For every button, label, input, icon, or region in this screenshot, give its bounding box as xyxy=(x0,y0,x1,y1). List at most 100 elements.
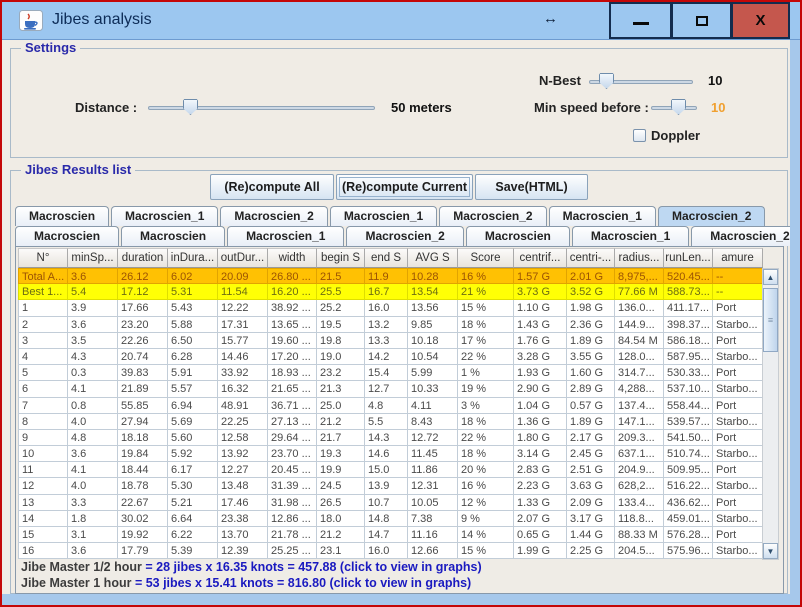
cell: 13.48 xyxy=(218,478,268,494)
cell: 14.46 xyxy=(218,349,268,365)
tab-row-1: MacroscienMacroscien_1Macroscien_2Macros… xyxy=(15,206,767,226)
tab-macroscien-1[interactable]: Macroscien xyxy=(121,226,225,246)
column-header-0[interactable]: N° xyxy=(18,248,68,268)
column-header-11[interactable]: centri-... xyxy=(567,248,615,268)
table-row-1[interactable]: 13.917.665.4312.2238.92 ...25.216.013.56… xyxy=(18,300,763,316)
tab-macroscien_1-5[interactable]: Macroscien_1 xyxy=(572,226,689,246)
scroll-up-button[interactable]: ▲ xyxy=(763,269,778,285)
cell: 5.43 xyxy=(168,300,218,316)
tab-macroscien_2-6[interactable]: Macroscien_2 xyxy=(658,206,765,226)
tab-macroscien_2-6[interactable]: Macroscien_2 xyxy=(691,226,802,246)
tab-macroscien_1-5[interactable]: Macroscien_1 xyxy=(549,206,656,226)
column-header-12[interactable]: radius... xyxy=(615,248,664,268)
cell: 27.94 xyxy=(118,414,168,430)
table-row-3[interactable]: 33.522.266.5015.7719.60 ...19.813.310.18… xyxy=(18,333,763,349)
column-header-14[interactable]: amure xyxy=(713,248,763,268)
tab-macroscien-4[interactable]: Macroscien xyxy=(466,226,570,246)
cell: 22.67 xyxy=(118,495,168,511)
button-save-html-[interactable]: Save(HTML) xyxy=(475,174,588,200)
summary-label: Jibe Master 1 hour xyxy=(21,576,135,590)
cell: 23.1 xyxy=(317,543,365,559)
column-header-3[interactable]: inDura... xyxy=(168,248,218,268)
column-header-4[interactable]: outDur... xyxy=(218,248,268,268)
column-header-9[interactable]: Score xyxy=(458,248,514,268)
doppler-checkbox[interactable] xyxy=(633,129,646,142)
cell: 19.84 xyxy=(118,446,168,462)
cell: 18 % xyxy=(458,446,514,462)
summary-lines: Jibe Master 1/2 hour = 28 jibes x 16.35 … xyxy=(21,560,482,592)
table-row-7[interactable]: 70.855.856.9448.9136.71 ...25.04.84.113 … xyxy=(18,398,763,414)
button--re-compute-all[interactable]: (Re)compute All xyxy=(210,174,334,200)
column-header-13[interactable]: runLen... xyxy=(664,248,713,268)
table-row-16[interactable]: 163.617.795.3912.3925.25 ...23.116.012.6… xyxy=(18,543,763,559)
summary-line-2[interactable]: Jibe Master 1 hour = 53 jibes x 15.41 kn… xyxy=(21,576,482,592)
cell: 19.3 xyxy=(317,446,365,462)
close-button[interactable]: X xyxy=(731,2,790,39)
cell: 1.93 G xyxy=(514,365,567,381)
cell: 14.8 xyxy=(365,511,408,527)
tab-macroscien_2-4[interactable]: Macroscien_2 xyxy=(439,206,546,226)
minimize-button[interactable] xyxy=(609,2,672,39)
column-header-7[interactable]: end S xyxy=(365,248,408,268)
column-header-2[interactable]: duration xyxy=(118,248,168,268)
cell: Port xyxy=(713,365,763,381)
scroll-down-button[interactable]: ▼ xyxy=(763,543,778,559)
title-bar[interactable]: Jibes analysis ↔ X xyxy=(2,2,800,40)
distance-slider-thumb[interactable] xyxy=(183,99,198,115)
cell: 10.7 xyxy=(365,495,408,511)
table-row-2[interactable]: 23.623.205.8817.3113.65 ...19.513.29.851… xyxy=(18,317,763,333)
table-row-10[interactable]: 103.619.845.9213.9223.70 ...19.314.611.4… xyxy=(18,446,763,462)
cell: 2.07 G xyxy=(514,511,567,527)
tab-macroscien_2-2[interactable]: Macroscien_2 xyxy=(220,206,327,226)
cell: 1.60 G xyxy=(567,365,615,381)
distance-slider-track[interactable] xyxy=(148,106,375,110)
tab-macroscien_1-3[interactable]: Macroscien_1 xyxy=(330,206,437,226)
cell: 136.0... xyxy=(615,300,664,316)
column-header-6[interactable]: begin S xyxy=(317,248,365,268)
cell: 204.5... xyxy=(615,543,664,559)
scrollbar-thumb[interactable]: ≡ xyxy=(763,288,778,352)
cell: 13.65 ... xyxy=(268,317,317,333)
column-header-1[interactable]: minSp... xyxy=(68,248,118,268)
table-row-11[interactable]: 114.118.446.1712.2720.45 ...19.915.011.8… xyxy=(18,462,763,478)
table-row-15[interactable]: 153.119.926.2213.7021.78 ...21.214.711.1… xyxy=(18,527,763,543)
cell: 1.10 G xyxy=(514,300,567,316)
column-header-10[interactable]: centrif... xyxy=(514,248,567,268)
cell: 22.25 xyxy=(218,414,268,430)
tab-macroscien-0[interactable]: Macroscien xyxy=(15,206,109,226)
table-row-12[interactable]: 124.018.785.3013.4831.39 ...24.513.912.3… xyxy=(18,478,763,494)
vertical-scrollbar[interactable]: ▲ ≡ ▼ xyxy=(762,268,779,560)
cell: 19.8 xyxy=(317,333,365,349)
summary-line-1[interactable]: Jibe Master 1/2 hour = 28 jibes x 16.35 … xyxy=(21,560,482,576)
tab-macroscien_1-2[interactable]: Macroscien_1 xyxy=(227,226,344,246)
cell: 1.89 G xyxy=(567,414,615,430)
column-header-8[interactable]: AVG S xyxy=(408,248,458,268)
table-row-13[interactable]: 133.322.675.2117.4631.98 ...26.510.710.0… xyxy=(18,495,763,511)
table-row-4[interactable]: 44.320.746.2814.4617.20 ...19.014.210.54… xyxy=(18,349,763,365)
tab-macroscien_1-1[interactable]: Macroscien_1 xyxy=(111,206,218,226)
cell: 2.09 G xyxy=(567,495,615,511)
cell: 19 % xyxy=(458,381,514,397)
cell: 3.6 xyxy=(68,543,118,559)
tab-macroscien-0[interactable]: Macroscien xyxy=(15,226,119,246)
summary-detail-link[interactable]: = 28 jibes x 16.35 knots = 457.88 (click… xyxy=(145,560,481,574)
table-row-5[interactable]: 50.339.835.9133.9218.93 ...23.215.45.991… xyxy=(18,365,763,381)
table-row-Best 1...[interactable]: Best 1...5.417.125.3111.5416.20 ...25.51… xyxy=(18,284,763,300)
column-header-5[interactable]: width xyxy=(268,248,317,268)
min-speed-slider-thumb[interactable] xyxy=(671,99,686,115)
table-row-Total A...[interactable]: Total A...3.626.126.0220.0926.80 ...21.5… xyxy=(18,268,763,284)
table-row-9[interactable]: 94.818.185.6012.5829.64 ...21.714.312.72… xyxy=(18,430,763,446)
cell: -- xyxy=(713,284,763,300)
maximize-button[interactable] xyxy=(671,2,732,39)
cell: 2.25 G xyxy=(567,543,615,559)
table-row-6[interactable]: 64.121.895.5716.3221.65 ...21.312.710.33… xyxy=(18,381,763,397)
cell: 13.56 xyxy=(408,300,458,316)
table-row-14[interactable]: 141.830.026.6423.3812.86 ...18.014.87.38… xyxy=(18,511,763,527)
n-best-slider-thumb[interactable] xyxy=(599,73,614,89)
cell: 16 % xyxy=(458,268,514,284)
summary-detail-link[interactable]: = 53 jibes x 15.41 knots = 816.80 (click… xyxy=(135,576,471,590)
table-row-8[interactable]: 84.027.945.6922.2527.13 ...21.25.58.4318… xyxy=(18,414,763,430)
tab-macroscien_2-3[interactable]: Macroscien_2 xyxy=(346,226,463,246)
button--re-compute-current[interactable]: (Re)compute Current xyxy=(336,174,473,200)
cell: 6.22 xyxy=(168,527,218,543)
